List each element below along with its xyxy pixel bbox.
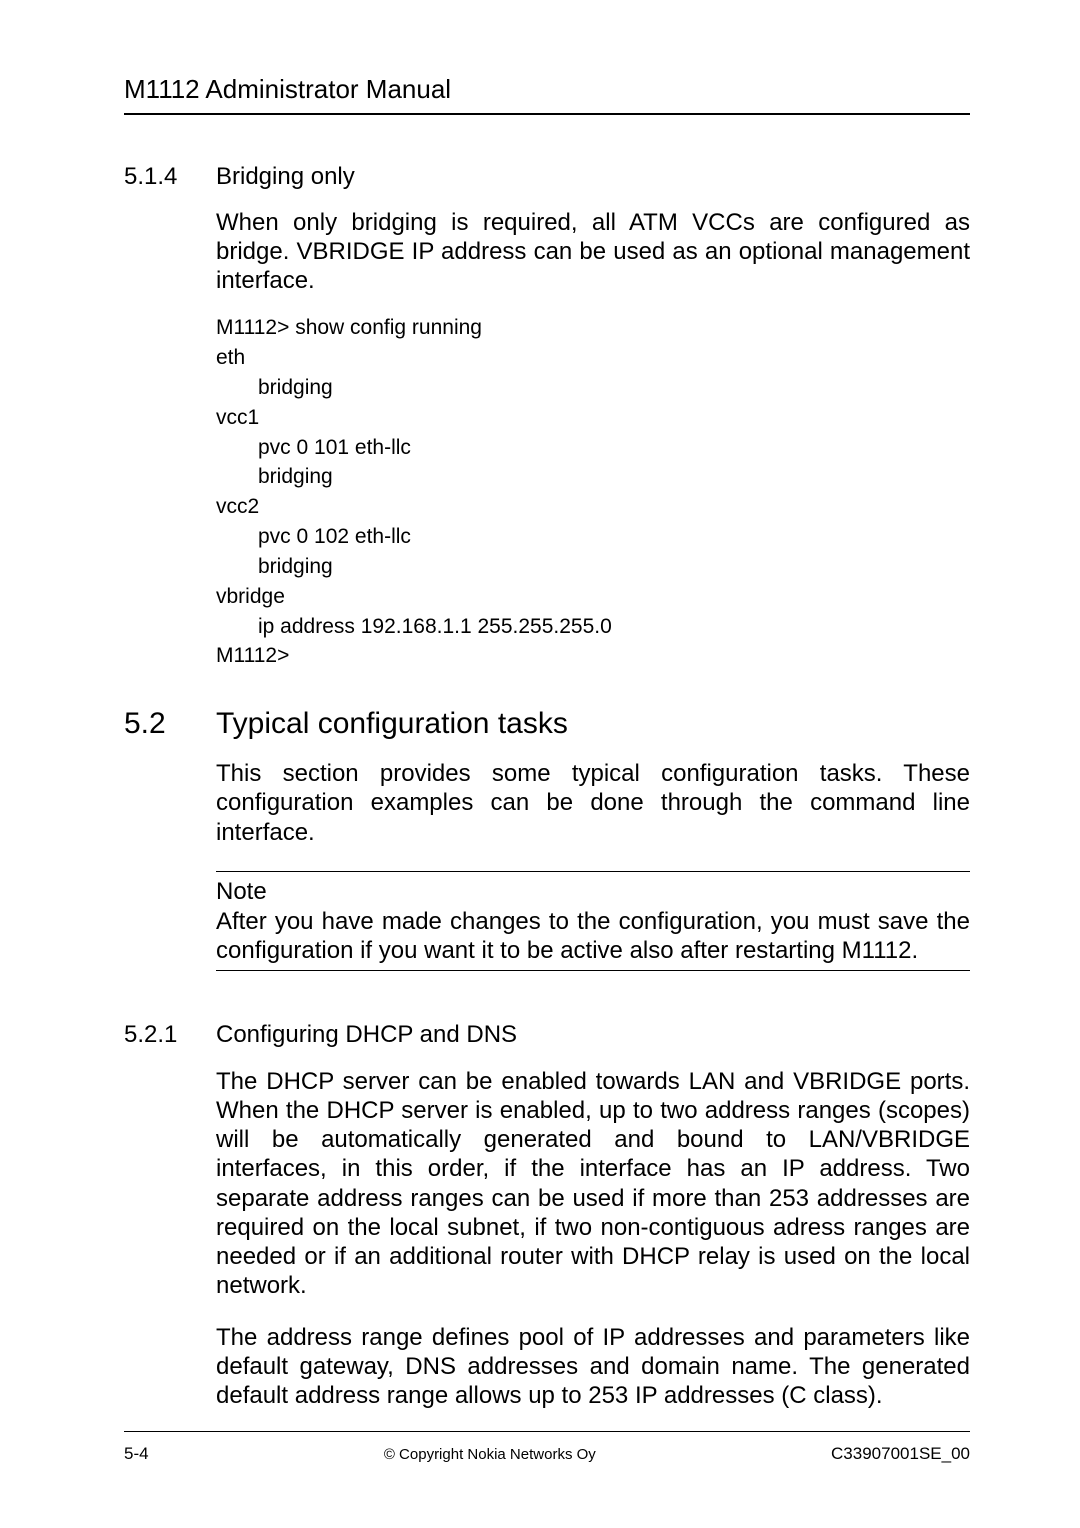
paragraph: This section provides some typical confi…	[216, 759, 970, 847]
section-521-heading: 5.2.1 Configuring DHCP and DNS	[124, 1021, 970, 1049]
footer-rule	[124, 1431, 970, 1432]
code-line: pvc 0 101 eth-llc	[216, 433, 411, 463]
code-line: vbridge	[216, 585, 285, 608]
footer-row: 5-4 © Copyright Nokia Networks Oy C33907…	[124, 1444, 970, 1464]
header-rule	[124, 113, 970, 115]
section-521-body: The DHCP server can be enabled towards L…	[216, 1067, 970, 1411]
doc-id: C33907001SE_00	[831, 1444, 970, 1464]
section-title: Typical configuration tasks	[216, 707, 568, 741]
note-rule-top	[216, 871, 970, 872]
section-title: Bridging only	[216, 163, 355, 191]
section-514-body: When only bridging is required, all ATM …	[216, 209, 970, 671]
page-number: 5-4	[124, 1444, 149, 1464]
paragraph: The address range defines pool of IP add…	[216, 1323, 970, 1411]
code-line: vcc1	[216, 406, 259, 429]
note-body: After you have made changes to the confi…	[216, 908, 970, 966]
config-listing: M1112> show config running eth bridging …	[216, 313, 970, 671]
section-number: 5.1.4	[124, 163, 216, 191]
code-line: vcc2	[216, 495, 259, 518]
code-line: bridging	[216, 552, 333, 582]
section-52-heading: 5.2 Typical configuration tasks	[124, 707, 970, 741]
content-body: 5.1.4 Bridging only When only bridging i…	[124, 163, 970, 1410]
section-52-body: This section provides some typical confi…	[216, 759, 970, 970]
section-number: 5.2	[124, 707, 216, 741]
code-line: eth	[216, 346, 245, 369]
code-line: ip address 192.168.1.1 255.255.255.0	[216, 612, 612, 642]
paragraph: The DHCP server can be enabled towards L…	[216, 1067, 970, 1301]
code-line: bridging	[216, 373, 333, 403]
code-line: pvc 0 102 eth-llc	[216, 522, 411, 552]
section-title: Configuring DHCP and DNS	[216, 1021, 517, 1049]
code-line: bridging	[216, 462, 333, 492]
code-line: M1112>	[216, 644, 289, 667]
note-rule-bottom	[216, 970, 970, 971]
code-line: M1112> show config running	[216, 316, 482, 339]
copyright: © Copyright Nokia Networks Oy	[384, 1446, 596, 1463]
note-label: Note	[216, 878, 970, 906]
footer: 5-4 © Copyright Nokia Networks Oy C33907…	[124, 1431, 970, 1464]
paragraph: When only bridging is required, all ATM …	[216, 209, 970, 295]
section-number: 5.2.1	[124, 1021, 216, 1049]
running-header: M1112 Administrator Manual	[124, 74, 970, 105]
page: M1112 Administrator Manual 5.1.4 Bridgin…	[0, 0, 1080, 1528]
section-514-heading: 5.1.4 Bridging only	[124, 163, 970, 191]
